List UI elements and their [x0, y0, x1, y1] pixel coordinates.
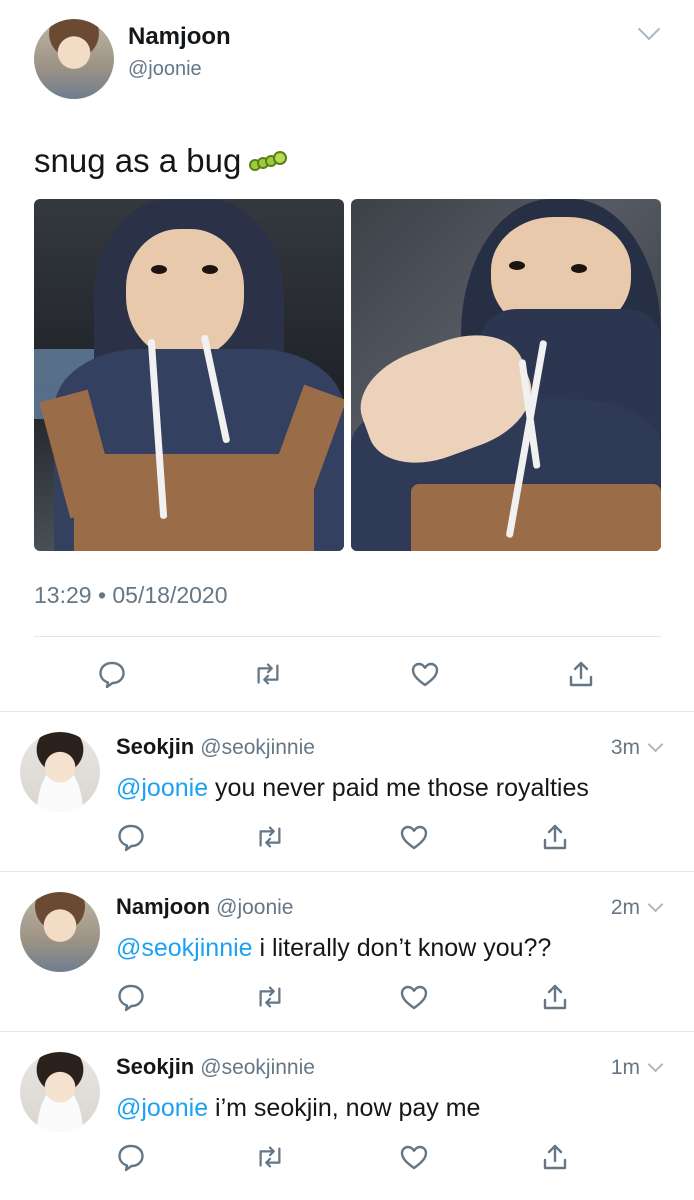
tweet-photo-right[interactable] [351, 199, 661, 551]
reply-text: @joonie you never paid me those royaltie… [116, 774, 589, 803]
reply-icon[interactable] [116, 822, 146, 852]
reply-author[interactable]: Seokjin @seokjinnie [116, 1054, 315, 1080]
tweet-text: snug as a bug [34, 142, 289, 180]
mention-link[interactable]: @seokjinnie [116, 934, 253, 962]
reply-time[interactable]: 2m [611, 896, 640, 920]
reply-time[interactable]: 1m [611, 1056, 640, 1080]
reply-text: @seokjinnie i literally don’t know you?? [116, 934, 551, 963]
main-tweet: Namjoon @joonie snug as a bug 13:29 • 05… [0, 0, 694, 712]
reply-icon[interactable] [116, 1142, 146, 1172]
chevron-down-icon[interactable] [637, 17, 661, 41]
reply-author-handle: @seokjinnie [200, 736, 315, 759]
reply-author-name: Namjoon [116, 894, 211, 919]
reply-time[interactable]: 3m [611, 736, 640, 760]
heart-icon[interactable] [399, 822, 429, 852]
share-icon[interactable] [566, 659, 596, 689]
reply-author-name: Seokjin [116, 1054, 195, 1079]
author-handle[interactable]: @joonie [128, 58, 202, 81]
reply-author-handle: @seokjinnie [200, 1056, 315, 1079]
author-name[interactable]: Namjoon [128, 23, 231, 51]
avatar[interactable] [34, 19, 114, 99]
tweet-timestamp[interactable]: 13:29 • 05/18/2020 [34, 582, 228, 609]
reply-body: i literally don’t know you?? [252, 934, 552, 962]
retweet-icon[interactable] [255, 1142, 285, 1172]
reply-tweet[interactable]: Seokjin @seokjinnie 1m @joonie i’m seokji… [0, 1032, 694, 1200]
tweet-photo-left[interactable] [34, 199, 344, 551]
share-icon[interactable] [540, 1142, 570, 1172]
avatar[interactable] [20, 892, 100, 972]
chevron-down-icon[interactable] [647, 896, 664, 913]
reply-icon[interactable] [97, 659, 127, 689]
reply-author[interactable]: Namjoon @joonie [116, 894, 294, 920]
share-icon[interactable] [540, 982, 570, 1012]
heart-icon[interactable] [399, 1142, 429, 1172]
heart-icon[interactable] [410, 659, 440, 689]
retweet-icon[interactable] [255, 822, 285, 852]
reply-author[interactable]: Seokjin @seokjinnie [116, 734, 315, 760]
divider [34, 636, 661, 637]
reply-author-name: Seokjin [116, 734, 195, 759]
retweet-icon[interactable] [253, 659, 283, 689]
heart-icon[interactable] [399, 982, 429, 1012]
avatar[interactable] [20, 732, 100, 812]
tweet-thread: Namjoon @joonie snug as a bug 13:29 • 05… [0, 0, 694, 1200]
mention-link[interactable]: @joonie [116, 1094, 208, 1122]
reply-tweet[interactable]: Seokjin @seokjinnie 3m @joonie you never … [0, 712, 694, 872]
chevron-down-icon[interactable] [647, 736, 664, 753]
reply-body: you never paid me those royalties [208, 774, 589, 802]
chevron-down-icon[interactable] [647, 1056, 664, 1073]
reply-icon[interactable] [116, 982, 146, 1012]
avatar[interactable] [20, 1052, 100, 1132]
tweet-body: snug as a bug [34, 142, 242, 179]
reply-author-handle: @joonie [216, 896, 294, 919]
share-icon[interactable] [540, 822, 570, 852]
caterpillar-icon [249, 147, 289, 179]
mention-link[interactable]: @joonie [116, 774, 208, 802]
reply-text: @joonie i’m seokjin, now pay me [116, 1094, 480, 1123]
reply-tweet[interactable]: Namjoon @joonie 2m @seokjinnie i literall… [0, 872, 694, 1032]
retweet-icon[interactable] [255, 982, 285, 1012]
reply-body: i’m seokjin, now pay me [208, 1094, 481, 1122]
